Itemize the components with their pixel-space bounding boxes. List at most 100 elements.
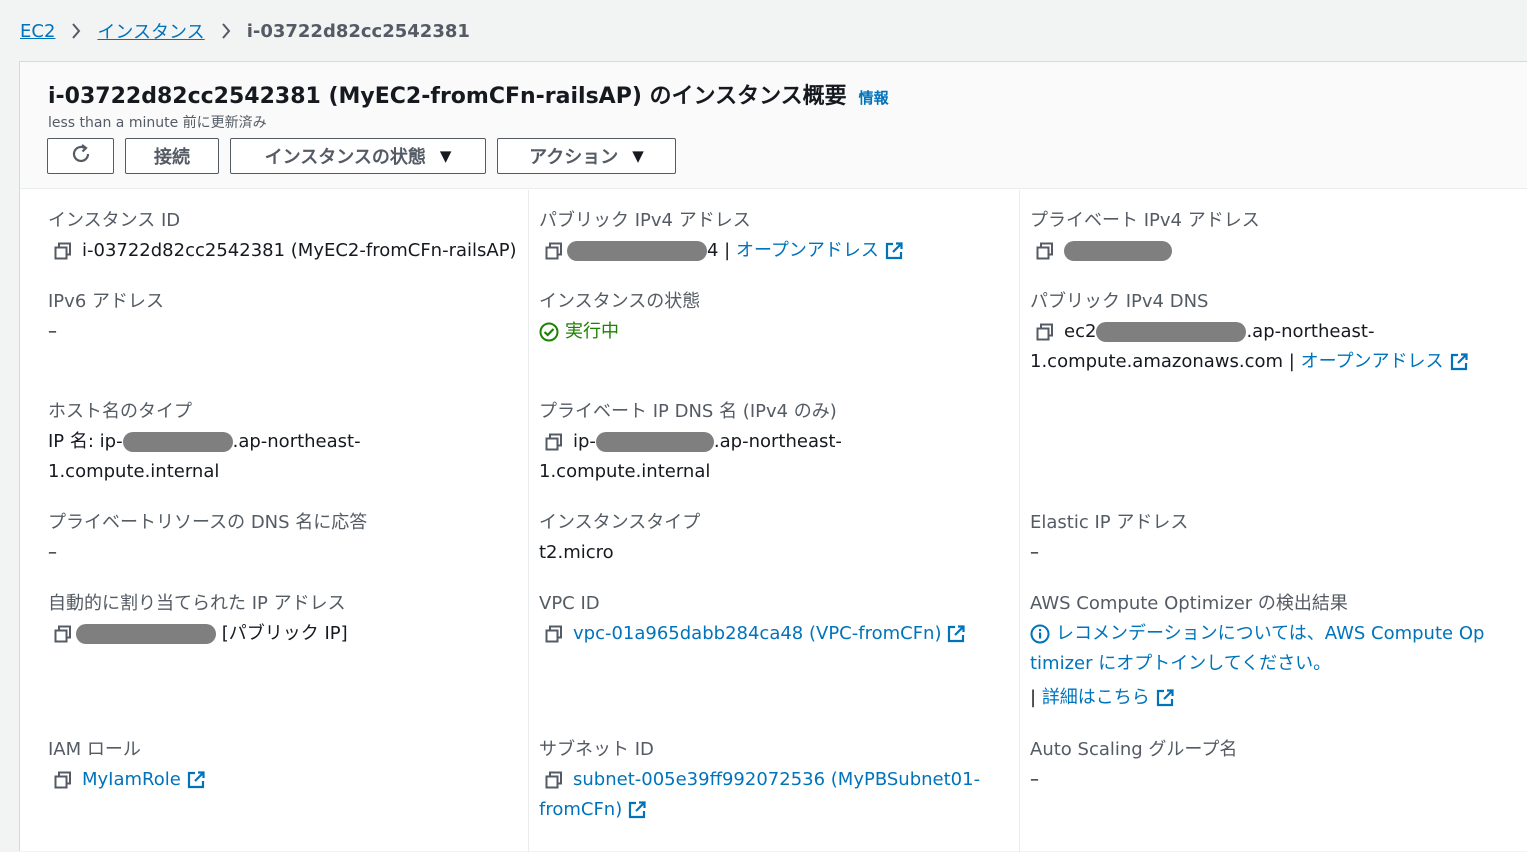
instance-id-value: i-03722d82cc2542381 (MyEC2-fromCFn-rails… [82, 240, 517, 261]
breadcrumb-instances-link[interactable]: インスタンス [97, 18, 204, 44]
copy-icon[interactable] [545, 625, 563, 643]
public-dns-field: パブリック IPv4 DNS ec2 .ap-northeast- 1.compu… [1030, 287, 1500, 377]
public-ipv4-label: パブリック IPv4 アドレス [539, 210, 751, 231]
vpc-id-field: VPC ID vpc-01a965dabb284ca48 (VPC-fromCF… [539, 589, 1009, 649]
redacted-ip [76, 624, 216, 644]
optimizer-opt-in-link[interactable]: レコメンデーションについては、AWS Compute Op [1056, 623, 1484, 644]
external-link-icon [1156, 689, 1174, 707]
resource-dns-field: プライベートリソースの DNS 名に応答 – [48, 508, 518, 568]
external-link-icon [628, 801, 646, 819]
ipv6-label: IPv6 アドレス [48, 291, 164, 312]
private-dns-label: プライベート IP DNS 名 (IPv4 のみ) [539, 401, 837, 422]
public-ipv4-suffix: 4 | [707, 240, 731, 261]
hostname-type-label: ホスト名のタイプ [48, 401, 192, 422]
hostname-line2: 1.compute.internal [48, 461, 220, 482]
asg-value: – [1030, 769, 1039, 790]
instance-state-field: インスタンスの状態 実行中 [539, 287, 1009, 347]
instance-type-value: t2.micro [539, 542, 614, 563]
vpc-id-label: VPC ID [539, 593, 600, 614]
breadcrumb-current: i-03722d82cc2542381 [246, 20, 470, 42]
copy-icon[interactable] [54, 771, 72, 789]
copy-icon[interactable] [545, 433, 563, 451]
instance-summary-panel: i-03722d82cc2542381 (MyEC2-fromCFn-rails… [19, 61, 1527, 852]
hostname-prefix: IP 名: ip- [48, 431, 123, 452]
asg-field: Auto Scaling グループ名 – [1030, 735, 1500, 795]
info-link[interactable]: 情報 [859, 87, 889, 108]
instance-type-field: インスタンスタイプ t2.micro [539, 508, 1009, 568]
chevron-right-icon [71, 23, 81, 39]
open-address-link[interactable]: オープンアドレス [1301, 351, 1468, 372]
iam-role-link[interactable]: MyIamRole [82, 769, 205, 790]
copy-icon[interactable] [545, 771, 563, 789]
compute-optimizer-field: AWS Compute Optimizer の検出結果 レコメンデーションについ… [1030, 589, 1500, 713]
instance-state-dropdown[interactable]: インスタンスの状態 ▼ [230, 138, 486, 174]
instance-id-label: インスタンス ID [48, 210, 181, 231]
asg-label: Auto Scaling グループ名 [1030, 739, 1238, 760]
subnet-id-link-line2[interactable]: fromCFn) [539, 799, 646, 820]
actions-label: アクション [529, 147, 619, 168]
instance-id-field: インスタンス ID i-03722d82cc2542381 (MyEC2-fro… [48, 206, 518, 266]
column-divider [528, 190, 529, 852]
external-link-icon [187, 771, 205, 789]
instance-type-label: インスタンスタイプ [539, 512, 701, 533]
instance-state-value: 実行中 [565, 321, 619, 342]
private-ipv4-label: プライベート IPv4 アドレス [1030, 210, 1260, 231]
copy-icon[interactable] [54, 625, 72, 643]
auto-ip-suffix: [パブリック IP] [221, 623, 348, 644]
last-updated-text: less than a minute 前に更新済み [48, 115, 267, 131]
info-circle-icon [1030, 624, 1050, 644]
elastic-ip-field: Elastic IP アドレス – [1030, 508, 1500, 568]
private-dns-prefix: ip- [573, 431, 596, 452]
details-grid: インスタンス ID i-03722d82cc2542381 (MyEC2-fro… [20, 190, 1527, 852]
caret-down-icon: ▼ [632, 147, 644, 165]
subnet-id-field: サブネット ID subnet-005e39ff992072536 (MyPBS… [539, 735, 1009, 825]
refresh-icon [69, 142, 93, 171]
public-dns-line2: 1.compute.amazonaws.com | [1030, 351, 1295, 372]
public-dns-suffix: .ap-northeast- [1246, 321, 1375, 342]
subnet-id-link[interactable]: subnet-005e39ff992072536 (MyPBSubnet01- [573, 769, 980, 790]
optimizer-opt-in-link-line2[interactable]: timizer にオプトインしてください。 [1030, 649, 1500, 679]
ipv6-value: – [48, 321, 57, 342]
copy-icon[interactable] [545, 242, 563, 260]
redacted-hostname [122, 432, 233, 452]
hostname-suffix: .ap-northeast- [232, 431, 361, 452]
refresh-button[interactable] [47, 138, 114, 174]
breadcrumb-ec2-link[interactable]: EC2 [20, 21, 55, 42]
ipv6-field: IPv6 アドレス – [48, 287, 518, 347]
panel-header: i-03722d82cc2542381 (MyEC2-fromCFn-rails… [20, 62, 1527, 189]
connect-button[interactable]: 接続 [125, 138, 219, 174]
elastic-ip-label: Elastic IP アドレス [1030, 512, 1189, 533]
instance-state-label: インスタンスの状態 [264, 147, 426, 168]
auto-ip-field: 自動的に割り当てられた IP アドレス [パブリック IP] [48, 589, 518, 649]
caret-down-icon: ▼ [439, 147, 452, 165]
open-address-link[interactable]: オープンアドレス [736, 240, 903, 261]
instance-state-field-label: インスタンスの状態 [539, 291, 701, 312]
actions-dropdown[interactable]: アクション ▼ [497, 138, 676, 174]
copy-icon[interactable] [1036, 242, 1054, 260]
page-title: i-03722d82cc2542381 (MyEC2-fromCFn-rails… [48, 84, 847, 109]
resource-dns-label: プライベートリソースの DNS 名に応答 [48, 512, 368, 533]
subnet-id-label: サブネット ID [539, 739, 654, 760]
redacted-dns [595, 432, 714, 452]
hostname-type-field: ホスト名のタイプ IP 名: ip- .ap-northeast- 1.compu… [48, 397, 518, 487]
public-dns-prefix: ec2 [1064, 321, 1097, 342]
redacted-dns [1096, 322, 1247, 342]
separator: | [1030, 687, 1037, 708]
vpc-id-link[interactable]: vpc-01a965dabb284ca48 (VPC-fromCFn) [573, 623, 966, 644]
redacted-ip [567, 241, 707, 261]
resource-dns-value: – [48, 542, 57, 563]
copy-icon[interactable] [1036, 323, 1054, 341]
private-ipv4-field: プライベート IPv4 アドレス [1030, 206, 1500, 266]
external-link-icon [947, 625, 966, 643]
auto-ip-label: 自動的に割り当てられた IP アドレス [48, 593, 346, 614]
breadcrumb: EC2 インスタンス i-03722d82cc2542381 [20, 18, 470, 44]
copy-icon[interactable] [54, 242, 72, 260]
compute-optimizer-label: AWS Compute Optimizer の検出結果 [1030, 593, 1348, 614]
chevron-right-icon [221, 23, 231, 39]
redacted-ip [1064, 241, 1172, 261]
private-dns-field: プライベート IP DNS 名 (IPv4 のみ) ip- .ap-northea… [539, 397, 1009, 487]
external-link-icon [1450, 353, 1468, 371]
column-divider [1019, 190, 1020, 852]
learn-more-link[interactable]: 詳細はこちら [1042, 687, 1174, 708]
public-dns-label: パブリック IPv4 DNS [1030, 291, 1209, 312]
